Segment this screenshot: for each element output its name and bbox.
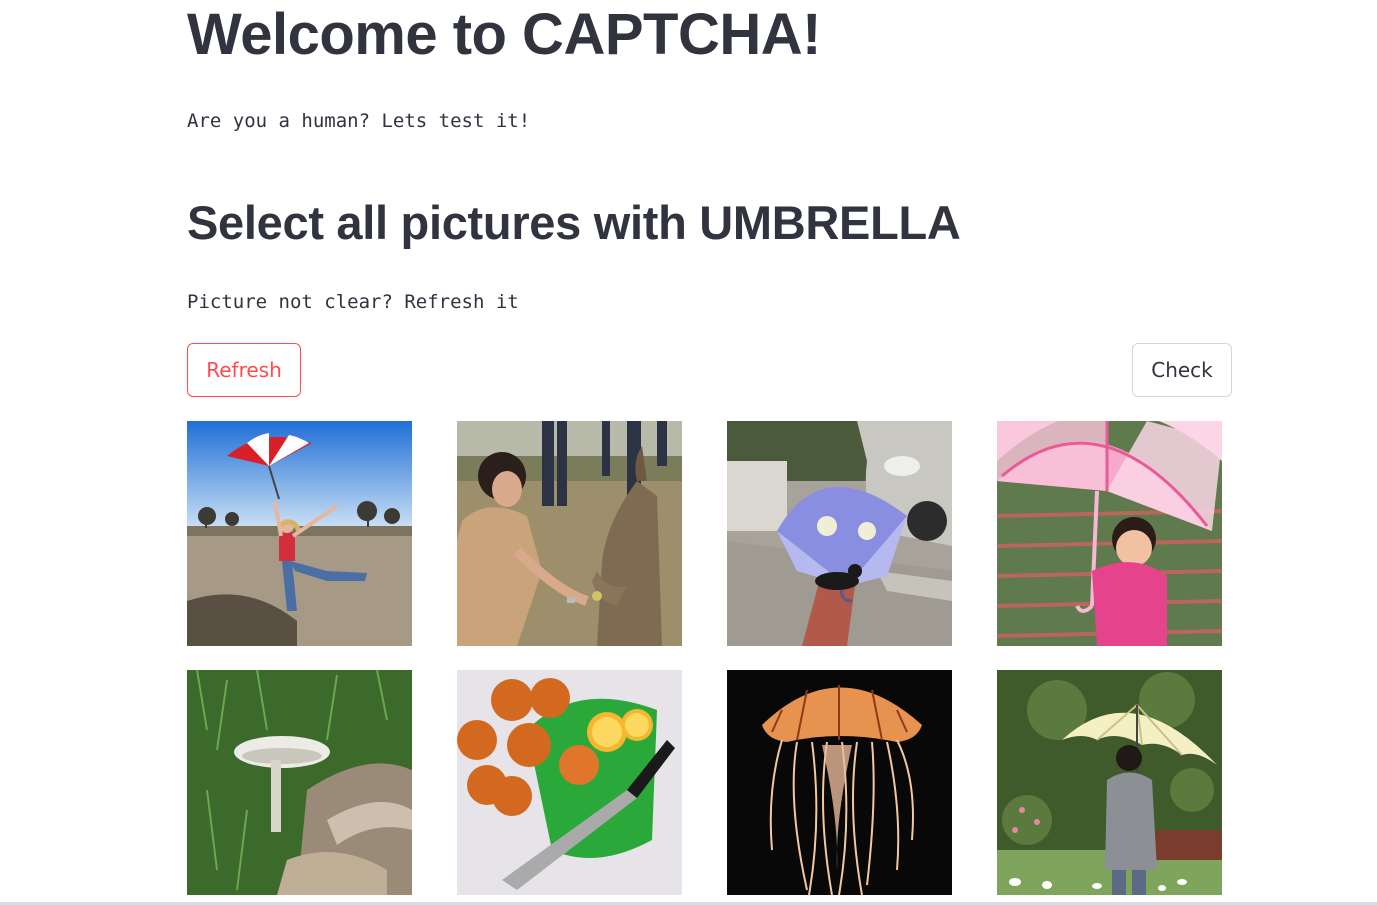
oranges-knife-photo [457, 670, 682, 895]
refresh-button[interactable]: Refresh [187, 343, 301, 397]
cream-umbrella-boy-photo [997, 670, 1222, 895]
jellyfish-photo [727, 670, 952, 895]
captcha-image-4[interactable] [997, 421, 1222, 646]
captcha-image-1[interactable] [187, 421, 412, 646]
check-button[interactable]: Check [1132, 343, 1232, 397]
captcha-image-5[interactable] [187, 670, 412, 895]
intro-text: Are you a human? Lets test it! [187, 110, 531, 132]
page-title: Welcome to CAPTCHA! [187, 2, 821, 67]
captcha-image-3[interactable] [727, 421, 952, 646]
mushroom-photo [187, 670, 412, 895]
captcha-image-8[interactable] [997, 670, 1222, 895]
challenge-prompt: Select all pictures with UMBRELLA [187, 196, 961, 249]
refresh-hint-text: Picture not clear? Refresh it [187, 291, 519, 313]
captcha-image-grid [187, 421, 1222, 895]
kangaroo-feeding-photo [457, 421, 682, 646]
captcha-image-7[interactable] [727, 670, 952, 895]
main-content: Welcome to CAPTCHA! Are you a human? Let… [187, 0, 1232, 905]
captcha-image-6[interactable] [457, 670, 682, 895]
umbrella-cat-photo [727, 421, 952, 646]
pink-umbrella-child-photo [997, 421, 1222, 646]
captcha-image-2[interactable] [457, 421, 682, 646]
umbrella-jump-photo [187, 421, 412, 646]
